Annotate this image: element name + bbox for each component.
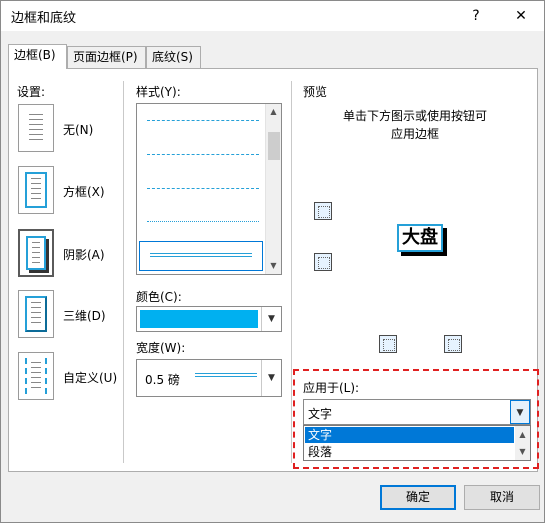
help-button[interactable]: ? — [461, 4, 491, 28]
cancel-button[interactable]: 取消 — [464, 485, 540, 510]
apply-option-paragraph[interactable]: 段落 — [305, 444, 514, 460]
border-right-button[interactable] — [444, 335, 462, 353]
preview-hint-line2: 应用边框 — [390, 127, 439, 141]
setting-none-icon[interactable] — [18, 104, 54, 152]
tab-shading[interactable]: 底纹(S) — [146, 46, 201, 68]
width-select[interactable]: 0.5 磅 ▼ — [136, 359, 282, 397]
setting-3d-label[interactable]: 三维(D) — [63, 307, 106, 324]
style-option-dash-dot-dot[interactable] — [147, 221, 259, 222]
setting-shadow-icon[interactable] — [18, 229, 54, 277]
dropdown-scrollbar[interactable]: ▲ ▼ — [515, 426, 530, 460]
divider-settings — [123, 81, 124, 463]
title-bar: 边框和底纹 ? ✕ — [1, 1, 544, 31]
settings-heading: 设置: — [17, 85, 46, 99]
preview-sample[interactable]: 大盘 — [397, 224, 443, 252]
style-option-dash[interactable] — [147, 154, 259, 155]
setting-none-label[interactable]: 无(N) — [63, 121, 93, 138]
style-option-dense-dash[interactable] — [147, 120, 259, 121]
border-bottom-button[interactable] — [314, 253, 332, 271]
double-line-sample — [150, 253, 252, 257]
border-top-button[interactable] — [314, 202, 332, 220]
chevron-down-icon[interactable]: ▼ — [510, 400, 530, 424]
color-label: 颜色(C): — [136, 290, 182, 304]
chevron-down-icon[interactable]: ▼ — [261, 360, 281, 396]
scroll-down-icon[interactable]: ▼ — [266, 258, 281, 274]
tab-borders[interactable]: 边框(B) — [8, 44, 67, 69]
preview-heading: 预览 — [303, 85, 328, 99]
apply-to-label: 应用于(L): — [303, 381, 360, 395]
tab-page-border[interactable]: 页面边框(P) — [67, 46, 146, 68]
setting-custom-label[interactable]: 自定义(U) — [63, 369, 117, 386]
scroll-down-icon[interactable]: ▼ — [515, 443, 530, 460]
width-value: 0.5 磅 — [145, 373, 180, 387]
scroll-up-icon[interactable]: ▲ — [266, 104, 281, 120]
setting-shadow-label[interactable]: 阴影(A) — [63, 246, 105, 263]
border-left-button[interactable] — [379, 335, 397, 353]
preview-hint-line1: 单击下方图示或使用按钮可 — [342, 109, 487, 123]
borders-panel: 设置: 无(N) 方框(X) 阴影(A) 三维(D) 自定义(U) 样式(Y):… — [8, 68, 539, 472]
apply-to-dropdown[interactable]: 文字 段落 ▲ ▼ — [303, 425, 531, 461]
setting-3d-icon[interactable] — [18, 290, 54, 338]
ok-button[interactable]: 确定 — [380, 485, 456, 510]
dialog-title: 边框和底纹 — [11, 11, 77, 26]
style-list[interactable]: ▲ ▼ — [136, 103, 282, 275]
color-swatch — [140, 310, 258, 328]
close-button[interactable]: ✕ — [506, 4, 536, 28]
width-label: 宽度(W): — [136, 341, 186, 355]
apply-to-select[interactable]: 文字 ▼ — [303, 399, 531, 425]
style-list-scrollbar[interactable]: ▲ ▼ — [265, 104, 281, 274]
scroll-up-icon[interactable]: ▲ — [515, 426, 530, 443]
color-select[interactable]: ▼ — [136, 306, 282, 332]
style-option-dash-dot[interactable] — [147, 188, 259, 189]
chevron-down-icon[interactable]: ▼ — [261, 307, 281, 331]
apply-to-value: 文字 — [308, 407, 333, 421]
scroll-thumb[interactable] — [268, 132, 280, 160]
borders-and-shading-dialog: 边框和底纹 ? ✕ 边框(B) 页面边框(P) 底纹(S) 设置: 无(N) 方… — [0, 0, 545, 523]
setting-custom-icon[interactable] — [18, 352, 54, 400]
style-label: 样式(Y): — [136, 85, 181, 99]
width-line-sample — [195, 373, 257, 377]
setting-box-icon[interactable] — [18, 166, 54, 214]
style-option-selected[interactable] — [139, 241, 263, 271]
apply-option-text[interactable]: 文字 — [305, 427, 514, 443]
setting-box-label[interactable]: 方框(X) — [63, 183, 105, 200]
